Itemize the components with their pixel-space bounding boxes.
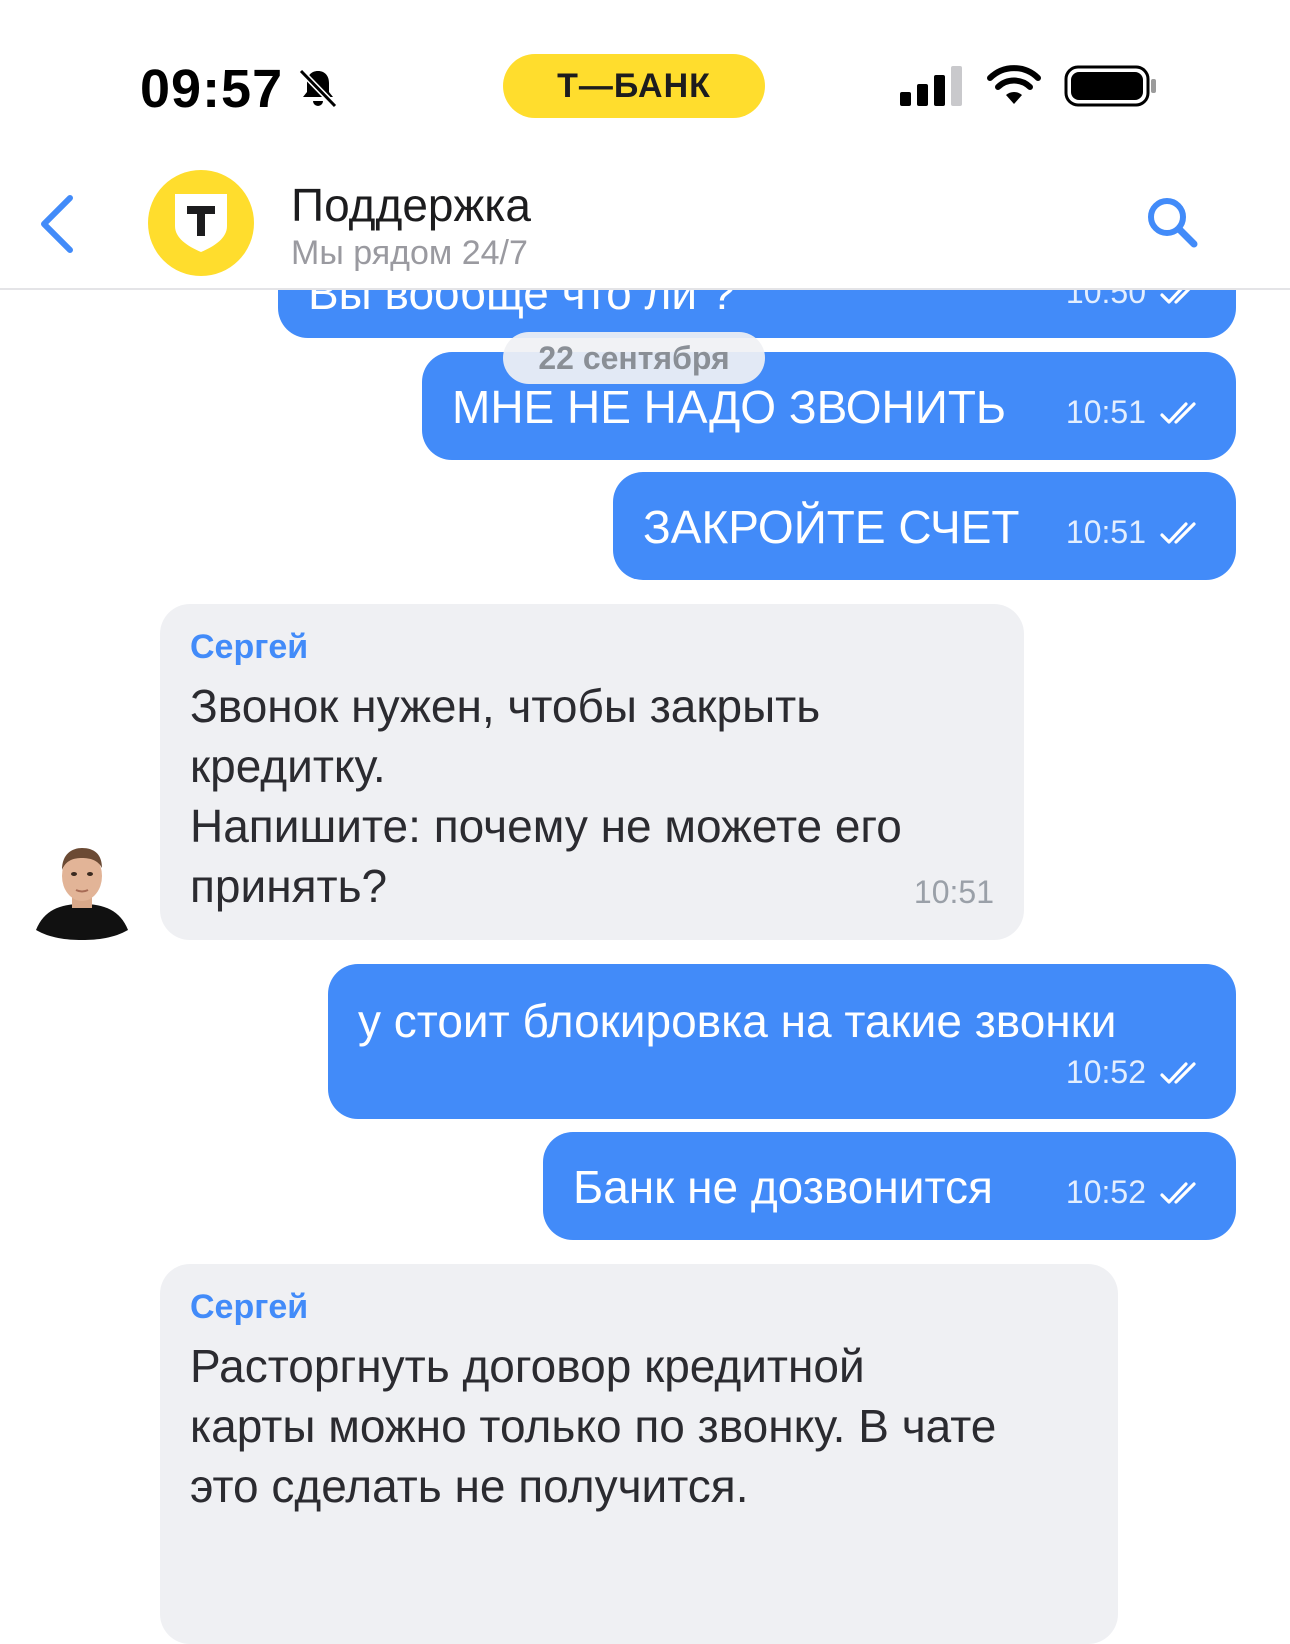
- agent-avatar[interactable]: [36, 846, 128, 940]
- message-outgoing[interactable]: у стоит блокировка на такие звонки 10:52: [328, 964, 1236, 1119]
- status-bar: 09:57 Т—БАНК: [0, 0, 1290, 150]
- message-meta: 10:51: [1066, 394, 1206, 431]
- message-text: Расторгнуть договор кредитной карты можн…: [190, 1340, 997, 1512]
- message-incoming[interactable]: Сергей Расторгнуть договор кредитной кар…: [160, 1264, 1118, 1644]
- bank-avatar[interactable]: [148, 170, 254, 276]
- brand-pill[interactable]: Т—БАНК: [503, 54, 765, 118]
- message-text: МНЕ НЕ НАДО ЗВОНИТЬ: [452, 381, 1007, 433]
- chat-subtitle: Мы рядом 24/7: [291, 234, 528, 272]
- message-meta: 10:52: [1066, 1174, 1206, 1211]
- double-check-icon: [1160, 521, 1196, 544]
- bell-muted-icon: [298, 68, 338, 109]
- message-meta: 10:51: [1066, 514, 1206, 551]
- back-chevron-icon[interactable]: [36, 192, 80, 256]
- message-text: Банк не дозвонится: [573, 1161, 993, 1213]
- message-meta: 10:51: [914, 874, 994, 911]
- message-incoming[interactable]: Сергей Звонок нужен, чтобы закрыть креди…: [160, 604, 1024, 940]
- chat-title: Поддержка: [291, 179, 531, 231]
- message-time: 10:52: [1065, 1174, 1146, 1210]
- message-time: 10:51: [913, 874, 994, 910]
- bank-logo-icon: [175, 194, 227, 252]
- message-sender: Сергей: [190, 1288, 309, 1326]
- cellular-signal-icon: [900, 66, 962, 106]
- double-check-icon: [1160, 401, 1196, 424]
- message-text: ЗАКРОЙТЕ СЧЕТ: [643, 501, 1020, 553]
- battery-icon: [1064, 65, 1156, 107]
- message-outgoing[interactable]: Банк не дозвонится 10:52: [543, 1132, 1236, 1240]
- message-time: 10:51: [1065, 394, 1146, 430]
- message-time: 10:52: [1065, 1054, 1146, 1090]
- double-check-icon: [1160, 1061, 1196, 1084]
- chat-header: Поддержка Мы рядом 24/7: [0, 150, 1290, 290]
- message-outgoing[interactable]: ЗАКРОЙТЕ СЧЕТ 10:51: [613, 472, 1236, 580]
- status-time: 09:57: [140, 59, 284, 119]
- message-time: 10:51: [1065, 514, 1146, 550]
- wifi-icon: [987, 65, 1041, 104]
- message-text: у стоит блокировка на такие звонки: [358, 995, 1117, 1047]
- message-meta: 10:52: [1066, 1054, 1206, 1091]
- double-check-icon: [1160, 1181, 1196, 1204]
- message-text: Звонок нужен, чтобы закрыть кредитку. На…: [190, 680, 902, 912]
- search-icon[interactable]: [1144, 194, 1200, 250]
- date-separator: 22 сентября: [503, 332, 765, 384]
- message-sender: Сергей: [190, 628, 309, 666]
